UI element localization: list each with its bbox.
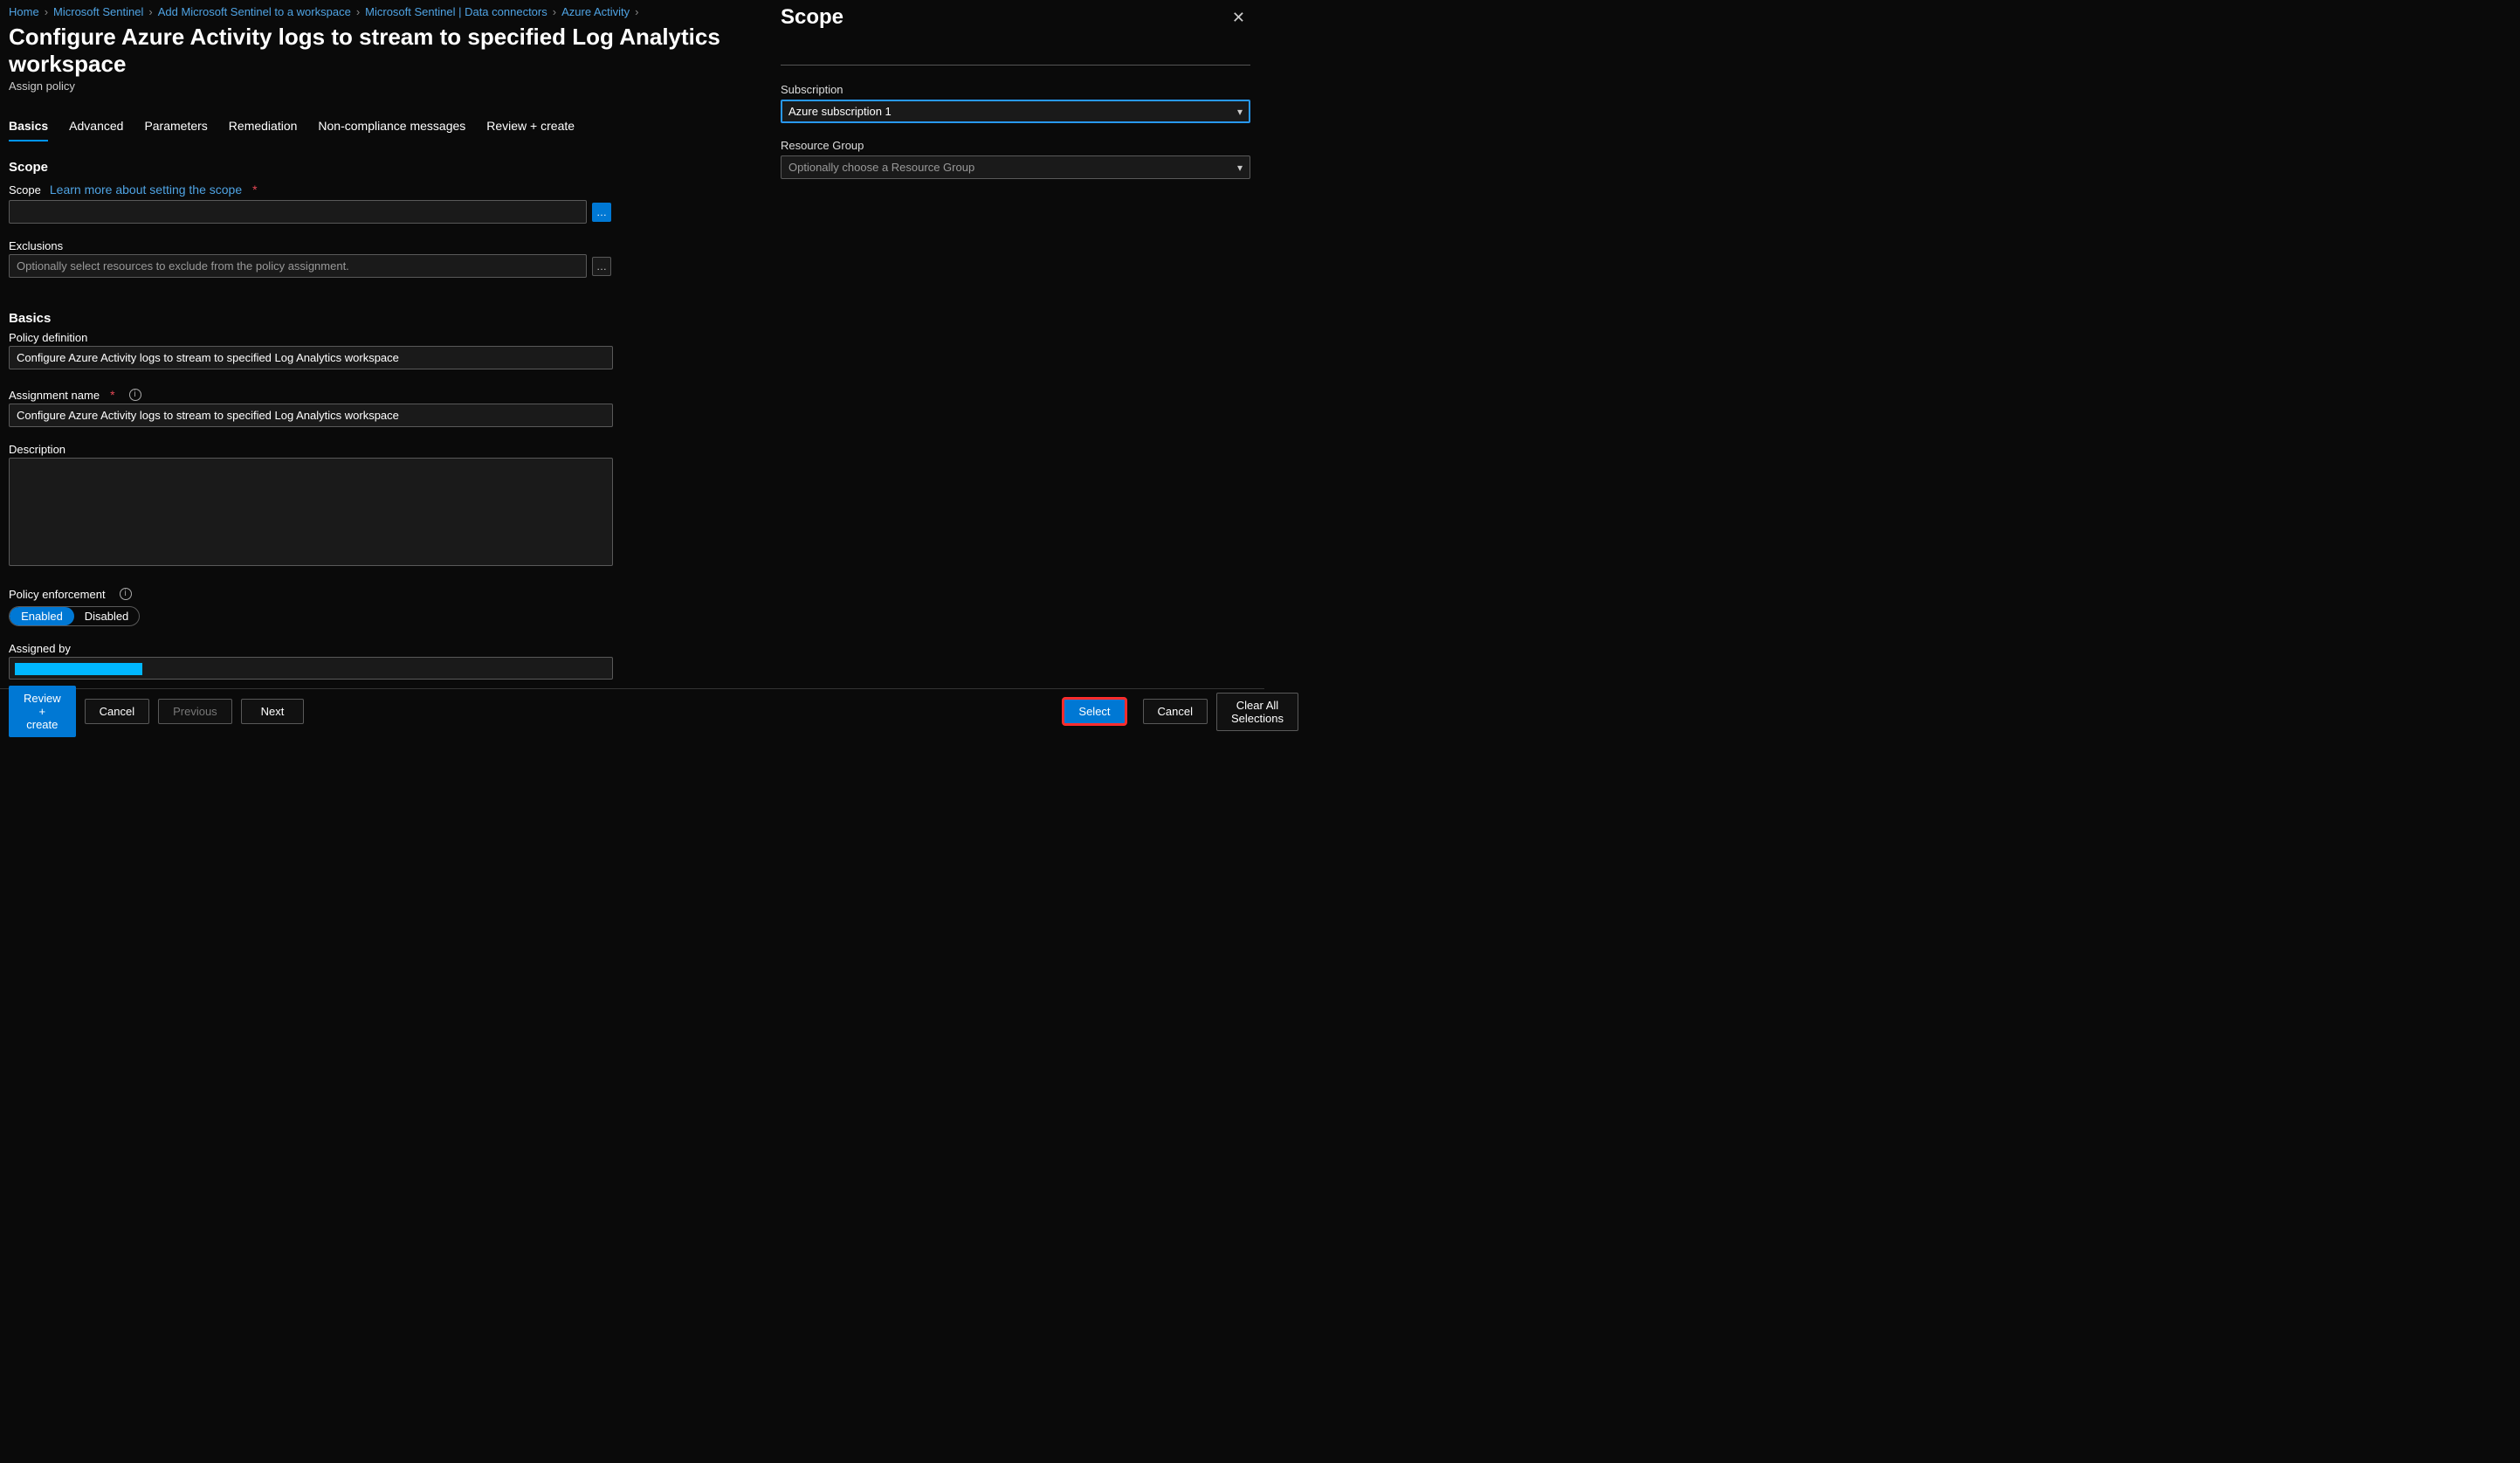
breadcrumb-sentinel[interactable]: Microsoft Sentinel <box>53 5 143 18</box>
required-indicator: * <box>252 183 257 197</box>
breadcrumb-home[interactable]: Home <box>9 5 39 18</box>
select-button[interactable]: Select <box>1064 699 1125 724</box>
scope-picker-button[interactable]: … <box>592 203 611 222</box>
assignment-name-label: Assignment name <box>9 389 100 402</box>
policy-definition-value[interactable]: Configure Azure Activity logs to stream … <box>9 346 613 369</box>
assigned-by-value <box>9 657 613 680</box>
tab-parameters[interactable]: Parameters <box>144 119 207 141</box>
page-title: Configure Azure Activity logs to stream … <box>9 24 742 78</box>
chevron-right-icon: › <box>553 5 556 18</box>
assigned-by-label: Assigned by <box>9 642 742 655</box>
exclusions-input[interactable] <box>9 254 587 278</box>
required-indicator: * <box>110 388 114 402</box>
tab-basics[interactable]: Basics <box>9 119 48 141</box>
review-create-button[interactable]: Review + create <box>9 686 76 737</box>
tab-remediation[interactable]: Remediation <box>229 119 298 141</box>
tab-review-create[interactable]: Review + create <box>486 119 575 141</box>
ellipsis-icon: … <box>596 260 607 273</box>
exclusions-picker-button[interactable]: … <box>592 257 611 276</box>
previous-button: Previous <box>158 699 232 724</box>
scope-side-panel: Scope ✕ Subscription Azure subscription … <box>767 0 1264 734</box>
basics-heading: Basics <box>9 311 742 326</box>
divider <box>781 65 1250 66</box>
close-button[interactable]: ✕ <box>1227 8 1250 28</box>
assignment-name-input[interactable] <box>9 404 613 427</box>
clear-all-button[interactable]: Clear All Selections <box>1216 693 1298 731</box>
chevron-right-icon: › <box>148 5 152 18</box>
exclusions-label: Exclusions <box>9 239 742 252</box>
scope-heading: Scope <box>9 160 742 175</box>
info-icon[interactable]: i <box>129 389 141 401</box>
subscription-label: Subscription <box>781 83 1250 96</box>
chevron-right-icon: › <box>635 5 638 18</box>
tabs: Basics Advanced Parameters Remediation N… <box>9 119 742 142</box>
breadcrumb-azure-activity[interactable]: Azure Activity <box>561 5 630 18</box>
tab-noncompliance[interactable]: Non-compliance messages <box>318 119 465 141</box>
description-label: Description <box>9 443 742 456</box>
footer-bar: Review + create Cancel Previous Next Sel… <box>0 688 1264 734</box>
breadcrumb-add-workspace[interactable]: Add Microsoft Sentinel to a workspace <box>158 5 351 18</box>
description-textarea[interactable] <box>9 458 613 566</box>
chevron-down-icon: ▾ <box>1237 106 1243 118</box>
policy-enforcement-label: Policy enforcement <box>9 588 106 601</box>
panel-cancel-button[interactable]: Cancel <box>1143 699 1208 724</box>
resource-group-label: Resource Group <box>781 139 1250 152</box>
page-subtitle: Assign policy <box>9 79 742 93</box>
subscription-select[interactable]: Azure subscription 1 ▾ <box>781 100 1250 123</box>
chevron-right-icon: › <box>356 5 360 18</box>
ellipsis-icon: … <box>596 206 607 218</box>
chevron-down-icon: ▾ <box>1237 162 1243 174</box>
info-icon[interactable]: i <box>120 588 132 600</box>
resource-group-select[interactable]: Optionally choose a Resource Group ▾ <box>781 155 1250 179</box>
next-button[interactable]: Next <box>241 699 305 724</box>
chevron-right-icon: › <box>45 5 48 18</box>
resource-group-placeholder: Optionally choose a Resource Group <box>788 161 974 174</box>
toggle-enabled[interactable]: Enabled <box>10 607 74 625</box>
breadcrumb: Home › Microsoft Sentinel › Add Microsof… <box>9 5 742 18</box>
assigned-by-redacted <box>15 663 142 675</box>
scope-learn-more-link[interactable]: Learn more about setting the scope <box>50 183 242 197</box>
breadcrumb-data-connectors[interactable]: Microsoft Sentinel | Data connectors <box>365 5 547 18</box>
scope-input[interactable] <box>9 200 587 224</box>
close-icon: ✕ <box>1232 9 1245 26</box>
side-panel-title: Scope <box>781 5 843 30</box>
tab-advanced[interactable]: Advanced <box>69 119 123 141</box>
subscription-value: Azure subscription 1 <box>788 105 892 118</box>
policy-definition-label: Policy definition <box>9 331 742 344</box>
toggle-disabled[interactable]: Disabled <box>74 607 139 625</box>
scope-label: Scope <box>9 183 41 197</box>
policy-enforcement-toggle[interactable]: Enabled Disabled <box>9 606 140 626</box>
cancel-button[interactable]: Cancel <box>85 699 149 724</box>
